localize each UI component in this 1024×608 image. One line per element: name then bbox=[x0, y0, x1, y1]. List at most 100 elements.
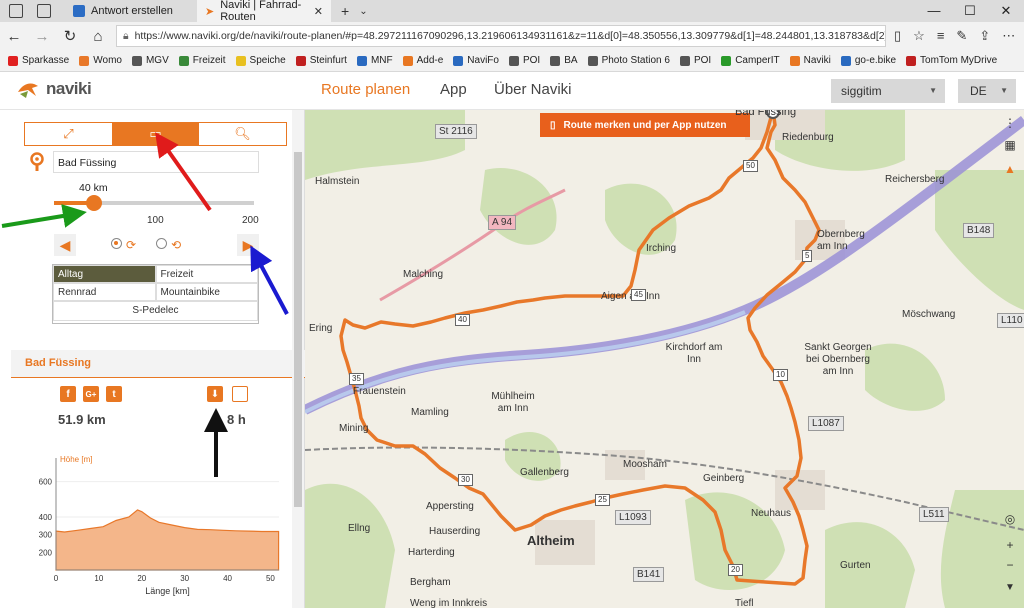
bike-type-alltag[interactable]: Alltag bbox=[53, 265, 156, 283]
next-route-button[interactable]: ▶ bbox=[237, 234, 259, 256]
home-icon[interactable]: ⌂ bbox=[84, 28, 112, 45]
favorite-label: POI bbox=[693, 55, 712, 66]
bike-type-s-pedelec[interactable]: S-Pedelec bbox=[53, 301, 258, 321]
tab-list-chevron-icon[interactable]: ⌄ bbox=[359, 6, 367, 17]
language-dropdown[interactable]: DE ▼ bbox=[958, 79, 1016, 103]
bike-type-freizeit[interactable]: Freizeit bbox=[155, 265, 258, 283]
distance-slider[interactable] bbox=[54, 195, 254, 211]
share-icon[interactable]: ⇪ bbox=[979, 28, 990, 44]
forward-icon[interactable]: → bbox=[28, 28, 56, 45]
start-location-input[interactable]: Bad Füssing bbox=[53, 151, 259, 173]
naviki-logo[interactable]: naviki bbox=[16, 78, 92, 100]
twitter-icon[interactable]: t bbox=[106, 386, 122, 402]
bike-type-mountainbike[interactable]: Mountainbike bbox=[155, 283, 258, 301]
place-label: Reichersberg bbox=[885, 174, 945, 185]
place-label: Harterding bbox=[408, 547, 455, 558]
save-route-app-button[interactable]: ▯ Route merken und per App nutzen bbox=[540, 113, 750, 137]
favorite-item[interactable]: MNF bbox=[356, 55, 393, 66]
favorite-item[interactable]: Womo bbox=[79, 55, 122, 66]
download-button[interactable]: ⬇ bbox=[207, 386, 223, 402]
set-aside-tabs-icon[interactable] bbox=[37, 4, 51, 18]
favorite-item[interactable]: BA bbox=[550, 55, 578, 66]
favorite-item[interactable]: POI bbox=[508, 55, 540, 66]
favorite-item[interactable]: Steinfurt bbox=[295, 55, 347, 66]
favorite-favicon-icon bbox=[235, 55, 246, 66]
route-mode-button[interactable]: ⤢ bbox=[25, 123, 112, 145]
map-settings-icon[interactable]: ▦ bbox=[1002, 138, 1018, 154]
new-tab-icon[interactable]: + bbox=[341, 3, 349, 19]
direction-clockwise[interactable]: ⟳ bbox=[111, 238, 136, 252]
scrollbar-thumb[interactable] bbox=[294, 152, 302, 507]
search-mode-button[interactable]: 🔍︎ bbox=[199, 123, 286, 145]
refresh-icon[interactable]: ↻ bbox=[56, 27, 84, 45]
place-label: Halmstein bbox=[315, 176, 360, 187]
elevation-chart: 600 400 300 200 0 10 20 30 40 50 Höhe [m] Länge [km… bbox=[24, 450, 287, 598]
bike-type-rennrad[interactable]: Rennrad bbox=[53, 283, 156, 301]
favorite-label: Naviki bbox=[803, 55, 831, 66]
favorite-item[interactable]: Speiche bbox=[235, 55, 286, 66]
favorite-item[interactable]: POI bbox=[679, 55, 712, 66]
close-window-icon[interactable]: ✕ bbox=[988, 3, 1024, 19]
facebook-icon[interactable]: f bbox=[60, 386, 76, 402]
map-view[interactable]: ▯ Route merken und per App nutzen Bad Fü… bbox=[305, 110, 1024, 608]
minimize-icon[interactable]: — bbox=[916, 3, 952, 19]
route-shield: 25 bbox=[595, 494, 610, 506]
favorite-item[interactable]: Add-e bbox=[402, 55, 443, 66]
reading-view-icon[interactable]: ▯ bbox=[894, 28, 901, 44]
nav-route-planen[interactable]: Route planen bbox=[321, 81, 410, 98]
radio-off-icon bbox=[156, 238, 168, 249]
prev-route-button[interactable]: ◀ bbox=[54, 234, 76, 256]
favorite-star-icon[interactable]: ☆ bbox=[913, 28, 925, 44]
radio-on-icon bbox=[111, 238, 122, 249]
tab-actions-icon[interactable] bbox=[9, 4, 23, 18]
site-header: naviki Route planen App Über Naviki sigg… bbox=[0, 72, 1024, 110]
favorite-item[interactable]: CamperIT bbox=[721, 55, 780, 66]
nav-ueber-naviki[interactable]: Über Naviki bbox=[494, 81, 572, 98]
direction-counterclockwise[interactable]: ⟲ bbox=[156, 238, 181, 252]
slider-knob[interactable] bbox=[86, 195, 102, 211]
favorite-item[interactable]: NaviFo bbox=[453, 55, 499, 66]
favorite-item[interactable]: MGV bbox=[131, 55, 169, 66]
url-field[interactable]: 🔒︎ https://www.naviki.org/de/naviki/rout… bbox=[116, 25, 886, 47]
google-plus-icon[interactable]: G+ bbox=[83, 386, 99, 402]
back-icon[interactable]: ← bbox=[0, 28, 28, 45]
route-line-icon: ⤢ bbox=[63, 126, 74, 141]
place-label: Gallenberg bbox=[520, 467, 569, 478]
notes-icon[interactable]: ✎ bbox=[956, 28, 967, 44]
favorite-favicon-icon bbox=[906, 55, 917, 66]
scroll-down-icon[interactable]: ▼ bbox=[1002, 582, 1018, 598]
zoom-in-button[interactable]: + bbox=[1002, 538, 1018, 554]
layers-icon[interactable]: ⋮ bbox=[1002, 116, 1018, 132]
compass-icon[interactable]: ▲ bbox=[1002, 162, 1018, 178]
download-icon: ⬇ bbox=[210, 388, 220, 400]
tab-antwort[interactable]: Antwort erstellen bbox=[65, 0, 197, 22]
user-dropdown[interactable]: siggitim ▼ bbox=[831, 79, 945, 103]
favorites-hub-icon[interactable]: ≡ bbox=[937, 28, 945, 44]
search-icon: 🔍︎ bbox=[234, 126, 251, 141]
route-shield: 5 bbox=[802, 250, 813, 262]
favorite-item[interactable]: Naviki bbox=[789, 55, 831, 66]
favorite-item[interactable]: go-e.bike bbox=[840, 55, 896, 66]
place-label: Sankt Georgen bei Obernberg am Inn bbox=[804, 342, 872, 377]
maximize-icon[interactable]: ☐ bbox=[952, 3, 988, 19]
favorite-item[interactable]: TomTom MyDrive bbox=[906, 55, 997, 66]
favorite-item[interactable]: Freizeit bbox=[178, 55, 226, 66]
send-to-app-button[interactable] bbox=[232, 386, 248, 402]
sidebar-scrollbar[interactable] bbox=[292, 110, 304, 608]
locate-icon[interactable]: ◎ bbox=[1002, 512, 1018, 528]
place-label: Bad Füssing bbox=[735, 110, 797, 118]
close-tab-icon[interactable]: ✕ bbox=[314, 5, 323, 18]
zoom-out-button[interactable]: − bbox=[1002, 558, 1018, 574]
tab-naviki[interactable]: ➤ Naviki | Fahrrad-Routen ✕ bbox=[197, 0, 331, 23]
road-label: B141 bbox=[633, 567, 665, 582]
place-label: Mamling bbox=[411, 407, 449, 418]
favorite-item[interactable]: Sparkasse bbox=[8, 55, 69, 66]
place-label: Kirchdorf am Inn bbox=[665, 342, 723, 365]
roundtrip-mode-button[interactable]: ▭ bbox=[112, 123, 199, 145]
nav-app[interactable]: App bbox=[440, 81, 467, 98]
triangle-left-icon: ◀ bbox=[59, 236, 71, 253]
place-label: Riedenburg bbox=[782, 132, 834, 143]
more-icon[interactable]: ⋯ bbox=[1002, 28, 1015, 44]
favorite-item[interactable]: Photo Station 6 bbox=[587, 55, 670, 66]
route-shield: 45 bbox=[631, 289, 646, 301]
